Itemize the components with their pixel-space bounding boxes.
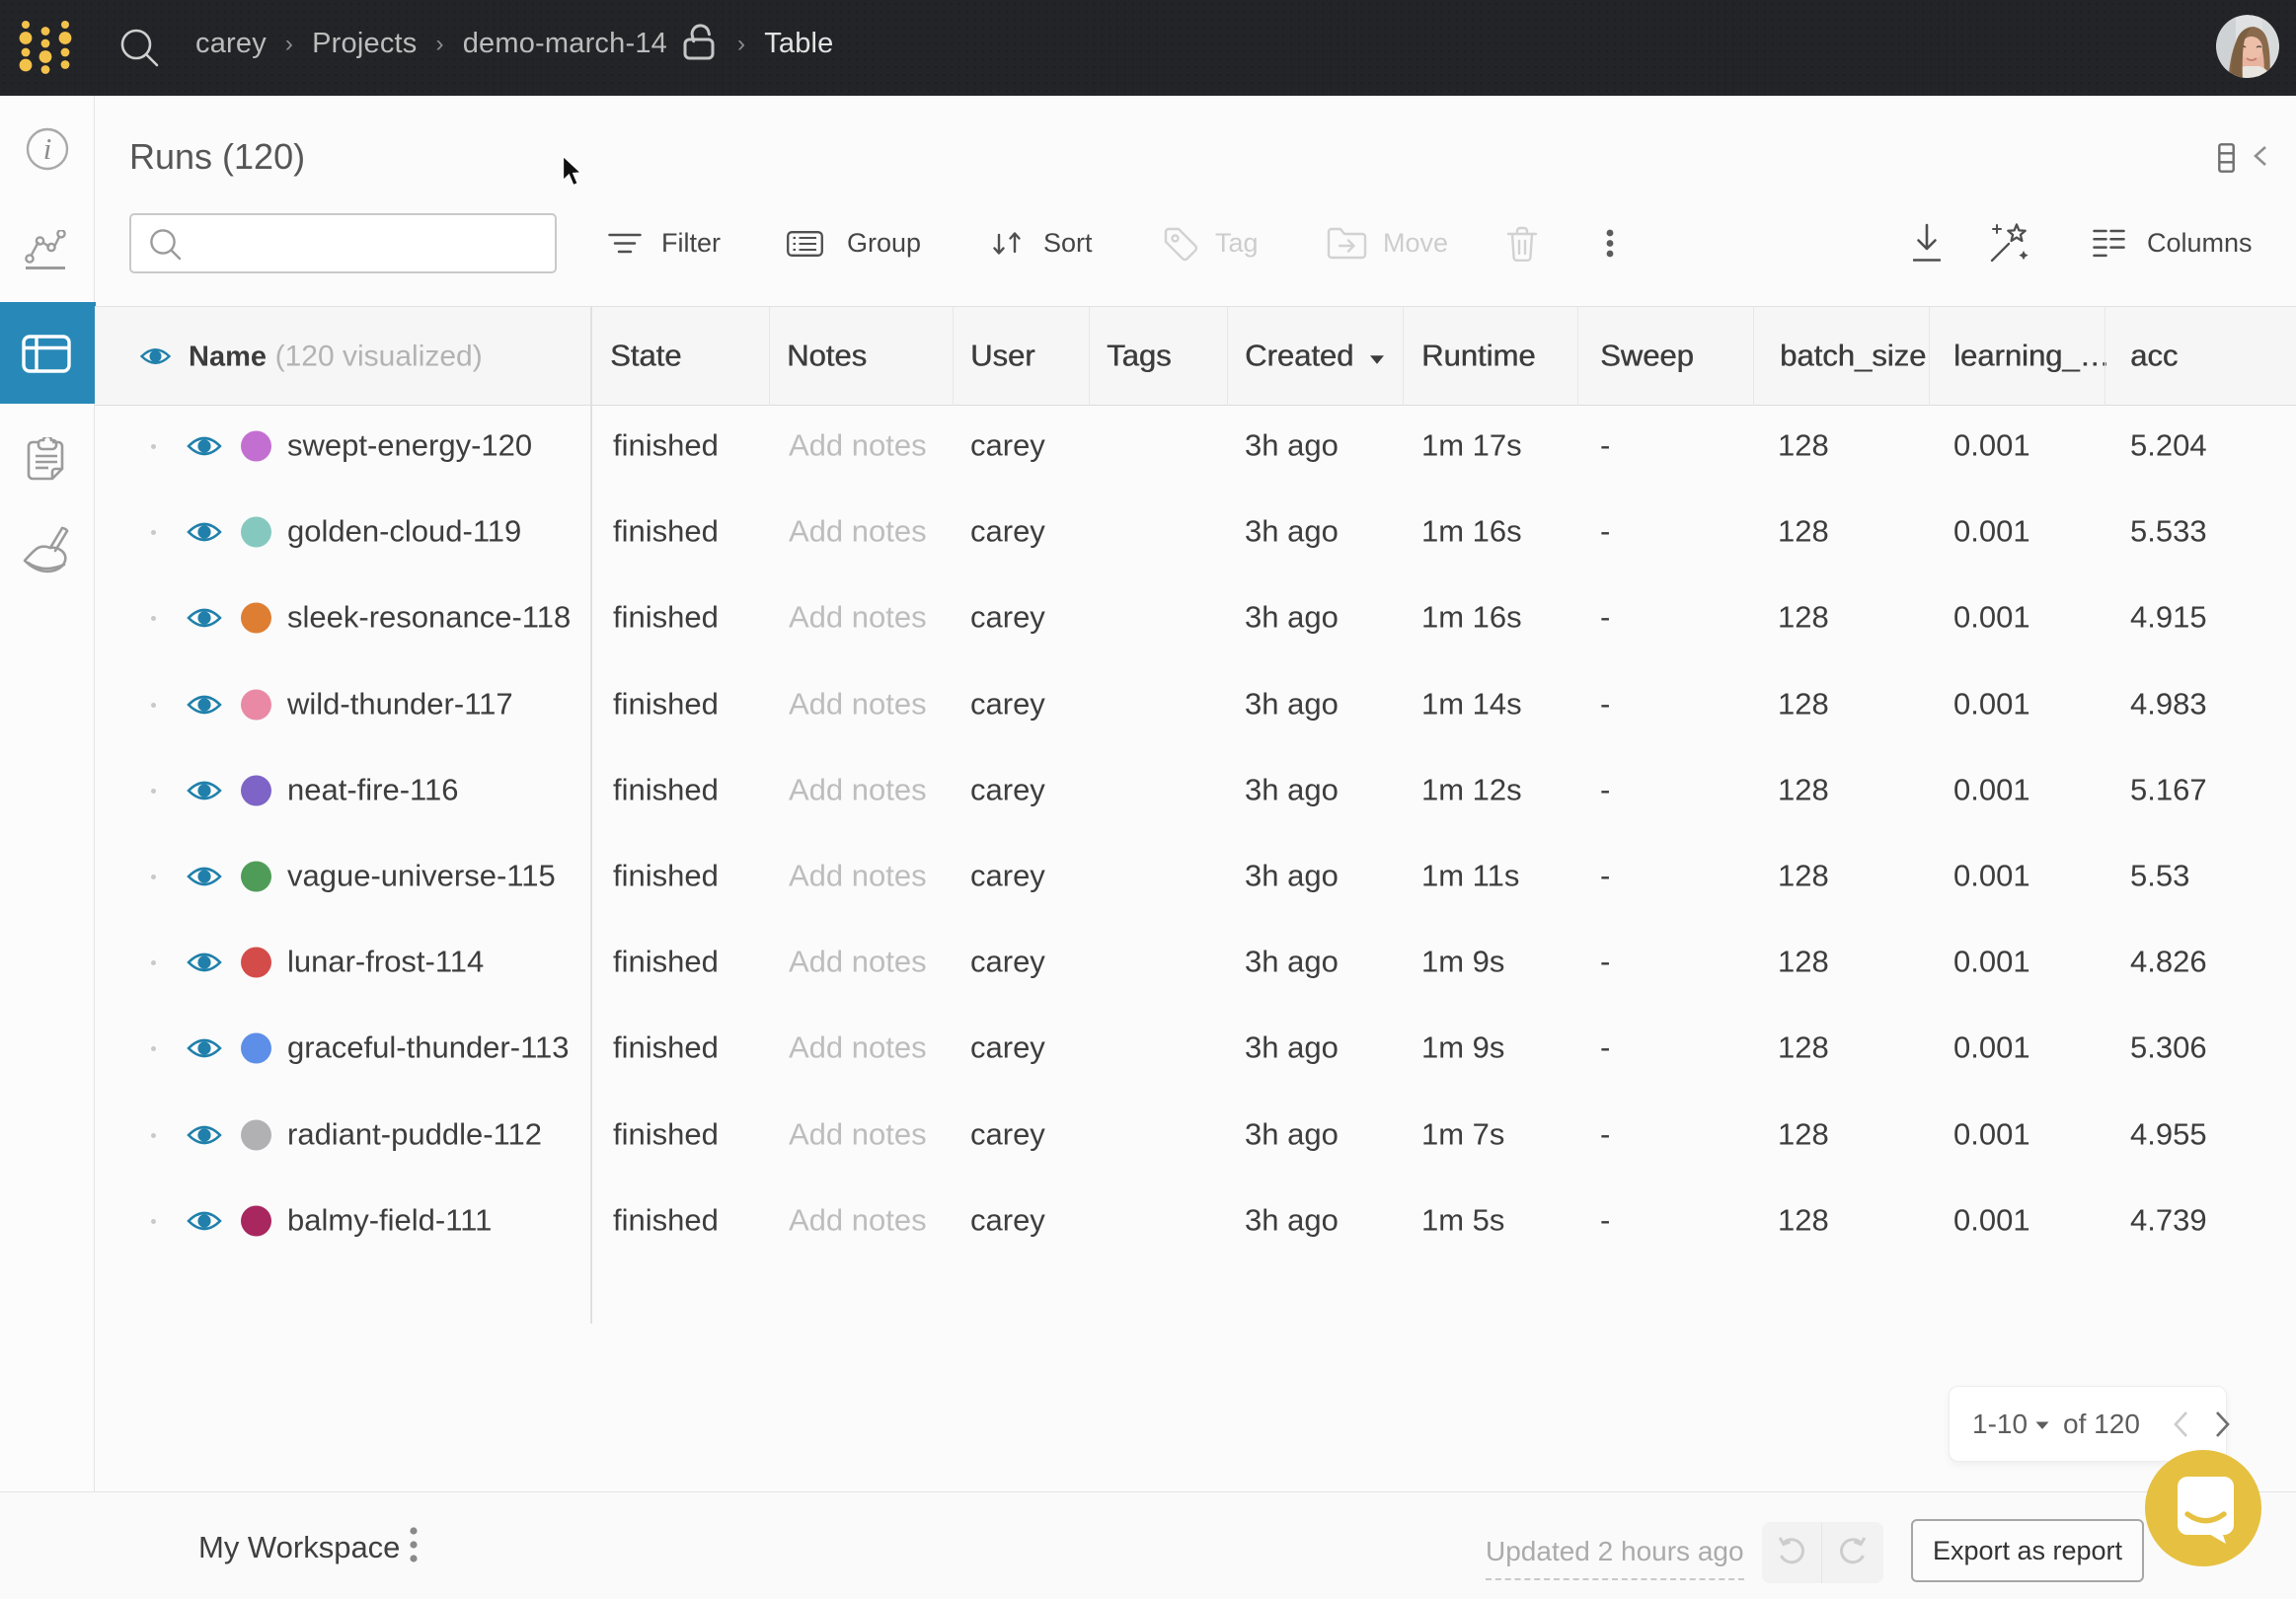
svg-text:i: i <box>43 131 52 166</box>
